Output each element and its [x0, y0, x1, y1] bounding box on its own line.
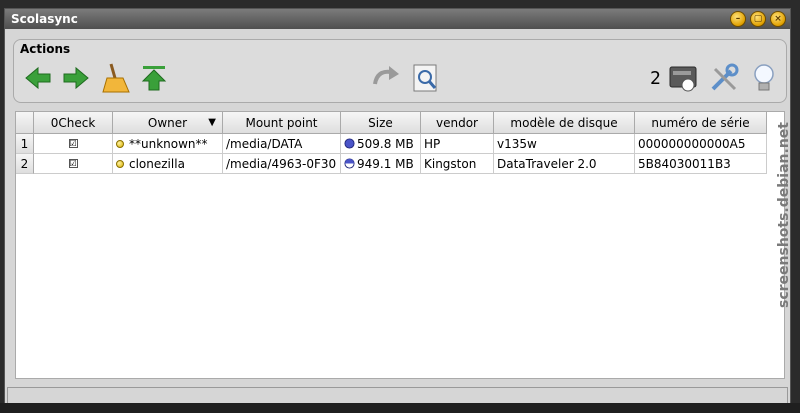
model-cell: v135w	[494, 134, 635, 154]
column-header-mount[interactable]: Mount point	[223, 112, 341, 134]
actions-group: Actions 2	[13, 39, 787, 103]
device-table: 0Check Owner ▼ Mount point Size vendor m…	[15, 111, 785, 379]
serial-cell: 000000000000A5	[635, 134, 767, 154]
close-button[interactable]: ×	[770, 11, 786, 27]
size-text: 509.8 MB	[357, 136, 414, 151]
serial-cell: 5B84030011B3	[635, 154, 767, 174]
disk-button[interactable]	[668, 62, 700, 94]
preview-button[interactable]	[410, 62, 442, 94]
row-number: 2	[16, 154, 34, 174]
column-header-serial[interactable]: numéro de série	[635, 112, 767, 134]
upload-button[interactable]	[138, 62, 170, 94]
left-arrow-icon	[25, 66, 51, 90]
size-text: 949.1 MB	[357, 156, 414, 171]
settings-button[interactable]	[708, 62, 740, 94]
broom-icon	[102, 63, 130, 93]
right-arrow-icon	[63, 66, 89, 90]
owner-cell: **unknown**	[113, 134, 223, 154]
row-checkbox[interactable]: ☑	[34, 154, 113, 174]
status-dot-icon	[116, 159, 124, 168]
window-title: Scolasync	[11, 12, 78, 26]
column-header-owner[interactable]: Owner ▼	[113, 112, 223, 134]
column-header-owner-label: Owner	[147, 115, 188, 130]
clean-button[interactable]	[100, 62, 132, 94]
vendor-cell: HP	[421, 134, 494, 154]
minimize-button[interactable]: –	[730, 11, 746, 27]
owner-text: clonezilla	[129, 156, 185, 171]
vendor-cell: Kingston	[421, 154, 494, 174]
owner-text: **unknown**	[129, 136, 208, 151]
mount-cell: /media/DATA	[223, 134, 341, 154]
column-header-model[interactable]: modèle de disque	[494, 112, 635, 134]
status-dot-icon	[116, 139, 124, 148]
size-cell: 509.8 MB	[341, 134, 421, 154]
row-number: 1	[16, 134, 34, 154]
refresh-button[interactable]	[370, 62, 402, 94]
forward-arrow-button[interactable]	[60, 62, 92, 94]
magnifier-document-icon	[413, 64, 437, 92]
tools-icon	[711, 63, 739, 91]
checkbox-icon[interactable]: ☑	[68, 159, 78, 168]
device-count: 2	[650, 68, 661, 89]
checkbox-icon[interactable]: ☑	[68, 139, 78, 148]
title-bar[interactable]: Scolasync – ▢ ×	[5, 9, 790, 29]
row-checkbox[interactable]: ☑	[34, 134, 113, 154]
column-header-vendor[interactable]: vendor	[421, 112, 494, 134]
redo-arrow-icon	[373, 66, 399, 85]
actions-label: Actions	[20, 42, 71, 56]
usage-pie-icon	[344, 138, 355, 149]
table-row[interactable]: 1 ☑ **unknown** /media/DATA 509.8 MB HP …	[16, 134, 767, 154]
help-button[interactable]	[748, 62, 780, 94]
usage-pie-icon	[344, 158, 355, 169]
watermark: screenshots.debian.net	[776, 122, 792, 308]
mount-cell: /media/4963-0F30	[223, 154, 341, 174]
hard-disk-icon	[669, 66, 697, 92]
owner-cell: clonezilla	[113, 154, 223, 174]
up-arrow-icon	[141, 66, 167, 91]
column-header-check[interactable]: 0Check	[34, 112, 113, 134]
lightbulb-icon	[754, 64, 774, 91]
taskbar	[0, 403, 800, 413]
table-header: 0Check Owner ▼ Mount point Size vendor m…	[16, 112, 767, 134]
corner-cell	[16, 112, 34, 134]
table-row[interactable]: 2 ☑ clonezilla /media/4963-0F30 949.1 MB…	[16, 154, 767, 174]
maximize-button[interactable]: ▢	[750, 11, 766, 27]
back-arrow-button[interactable]	[22, 62, 54, 94]
size-cell: 949.1 MB	[341, 154, 421, 174]
main-window: Scolasync – ▢ × Actions 2 0Check Owner ▼…	[4, 8, 791, 410]
sort-down-icon: ▼	[208, 117, 216, 128]
column-header-size[interactable]: Size	[341, 112, 421, 134]
model-cell: DataTraveler 2.0	[494, 154, 635, 174]
